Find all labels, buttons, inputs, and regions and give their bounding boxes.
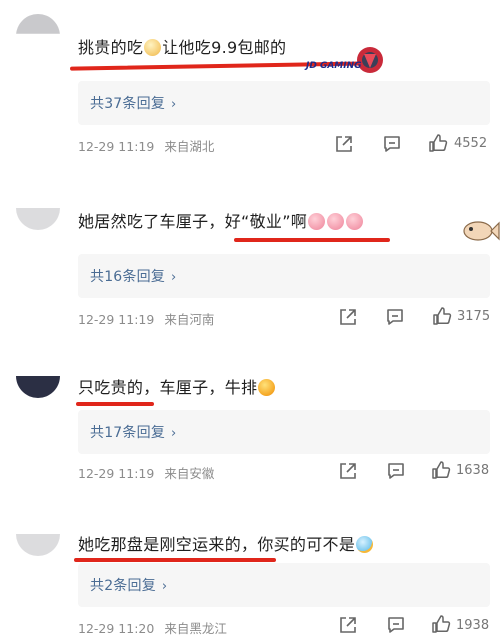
- comment-location: 来自河南: [164, 312, 215, 327]
- thumbs-up-icon[interactable]: [431, 614, 451, 634]
- comment-time: 12-29 11:19: [78, 139, 155, 154]
- comment-text-part: 好“敬业”啊: [224, 212, 308, 231]
- view-replies-link[interactable]: 共37条回复 ›: [90, 93, 176, 113]
- view-replies-link[interactable]: 共2条回复 ›: [90, 575, 167, 595]
- comment-text-part: 只吃贵的: [78, 378, 144, 397]
- comment-text-part: 挑贵的吃: [78, 38, 144, 57]
- replies-count-label: 共2条回复: [90, 578, 156, 594]
- chevron-right-icon: ›: [161, 579, 168, 594]
- comment-meta: 12-29 11:19 来自河南: [78, 309, 214, 328]
- comment-icon[interactable]: [386, 615, 406, 635]
- comment-text-part: 她吃那盘是刚空运来的: [78, 535, 242, 554]
- comment-text: 只吃贵的，车厘子，牛排: [78, 377, 276, 399]
- comment-text: 她居然吃了车厘子，好“敬业”啊: [78, 211, 364, 233]
- reply-preview-box[interactable]: 共2条回复 ›: [78, 563, 490, 607]
- comment-text-part: ，车厘子，牛排: [143, 378, 258, 397]
- share-icon[interactable]: [338, 615, 358, 635]
- comment-icon[interactable]: [386, 461, 406, 481]
- crying-emoji-icon: [356, 536, 374, 553]
- red-underline: [76, 402, 154, 406]
- comment-text-part: 她居然吃了车厘子，: [78, 212, 225, 231]
- comment-text: 她吃那盘是刚空运来的，你买的可不是: [78, 534, 374, 556]
- reply-preview-box[interactable]: 共37条回复 ›: [78, 81, 490, 125]
- red-underline: [74, 558, 276, 562]
- blush-emoji-icon: [346, 213, 364, 230]
- share-icon[interactable]: [338, 461, 358, 481]
- replies-count-label: 共17条回复: [90, 425, 166, 441]
- like-count: 1638: [456, 463, 490, 478]
- blush-emoji-icon: [327, 213, 345, 230]
- comment-time: 12-29 11:19: [78, 466, 155, 481]
- comment-time: 12-29 11:19: [78, 312, 155, 327]
- thumbs-up-icon[interactable]: [432, 306, 452, 326]
- chevron-right-icon: ›: [171, 97, 177, 112]
- avatar[interactable]: [16, 376, 60, 398]
- avatar[interactable]: [16, 534, 60, 556]
- blush-emoji-icon: [308, 213, 326, 230]
- avatar[interactable]: [16, 208, 60, 230]
- thumbs-up-icon[interactable]: [428, 133, 448, 153]
- comment-text-part: 让他吃9.9包邮的: [162, 38, 287, 57]
- reply-preview-box[interactable]: 共16条回复 ›: [78, 254, 490, 298]
- chevron-right-icon: ›: [171, 270, 177, 285]
- comment-meta: 12-29 11:20 来自黑龙江: [78, 618, 227, 637]
- thumbs-up-icon[interactable]: [431, 460, 451, 480]
- badge-text: JD GAMING: [306, 61, 362, 71]
- avatar[interactable]: [16, 14, 60, 34]
- cat-emoji-icon: [144, 39, 162, 56]
- fish-badge-icon: [463, 221, 500, 241]
- red-underline: [234, 238, 390, 242]
- shy-emoji-icon: [258, 379, 276, 396]
- comment-meta: 12-29 11:19 来自湖北: [78, 136, 214, 155]
- like-count: 1938: [456, 618, 490, 633]
- reply-preview-box[interactable]: 共17条回复 ›: [78, 410, 490, 454]
- comment-location: 来自湖北: [164, 139, 215, 154]
- comment-location: 来自安徽: [164, 466, 215, 481]
- replies-count-label: 共37条回复: [90, 96, 166, 112]
- share-icon[interactable]: [334, 134, 354, 154]
- view-replies-link[interactable]: 共16条回复 ›: [90, 266, 176, 286]
- comment-time: 12-29 11:20: [78, 621, 155, 636]
- like-count: 3175: [457, 309, 491, 324]
- comment-icon[interactable]: [382, 134, 402, 154]
- replies-count-label: 共16条回复: [90, 269, 166, 285]
- comment-text-part: ，你买的可不是: [241, 535, 356, 554]
- comment-meta: 12-29 11:19 来自安徽: [78, 463, 214, 482]
- comment-text: 挑贵的吃 让他吃9.9包邮的: [78, 37, 286, 59]
- share-icon[interactable]: [338, 307, 358, 327]
- chevron-right-icon: ›: [171, 426, 177, 441]
- comment-location: 来自黑龙江: [164, 621, 227, 636]
- like-count: 4552: [454, 136, 488, 151]
- comment-icon[interactable]: [385, 307, 405, 327]
- jd-gaming-badge: JD GAMING: [300, 44, 388, 78]
- view-replies-link[interactable]: 共17条回复 ›: [90, 422, 176, 442]
